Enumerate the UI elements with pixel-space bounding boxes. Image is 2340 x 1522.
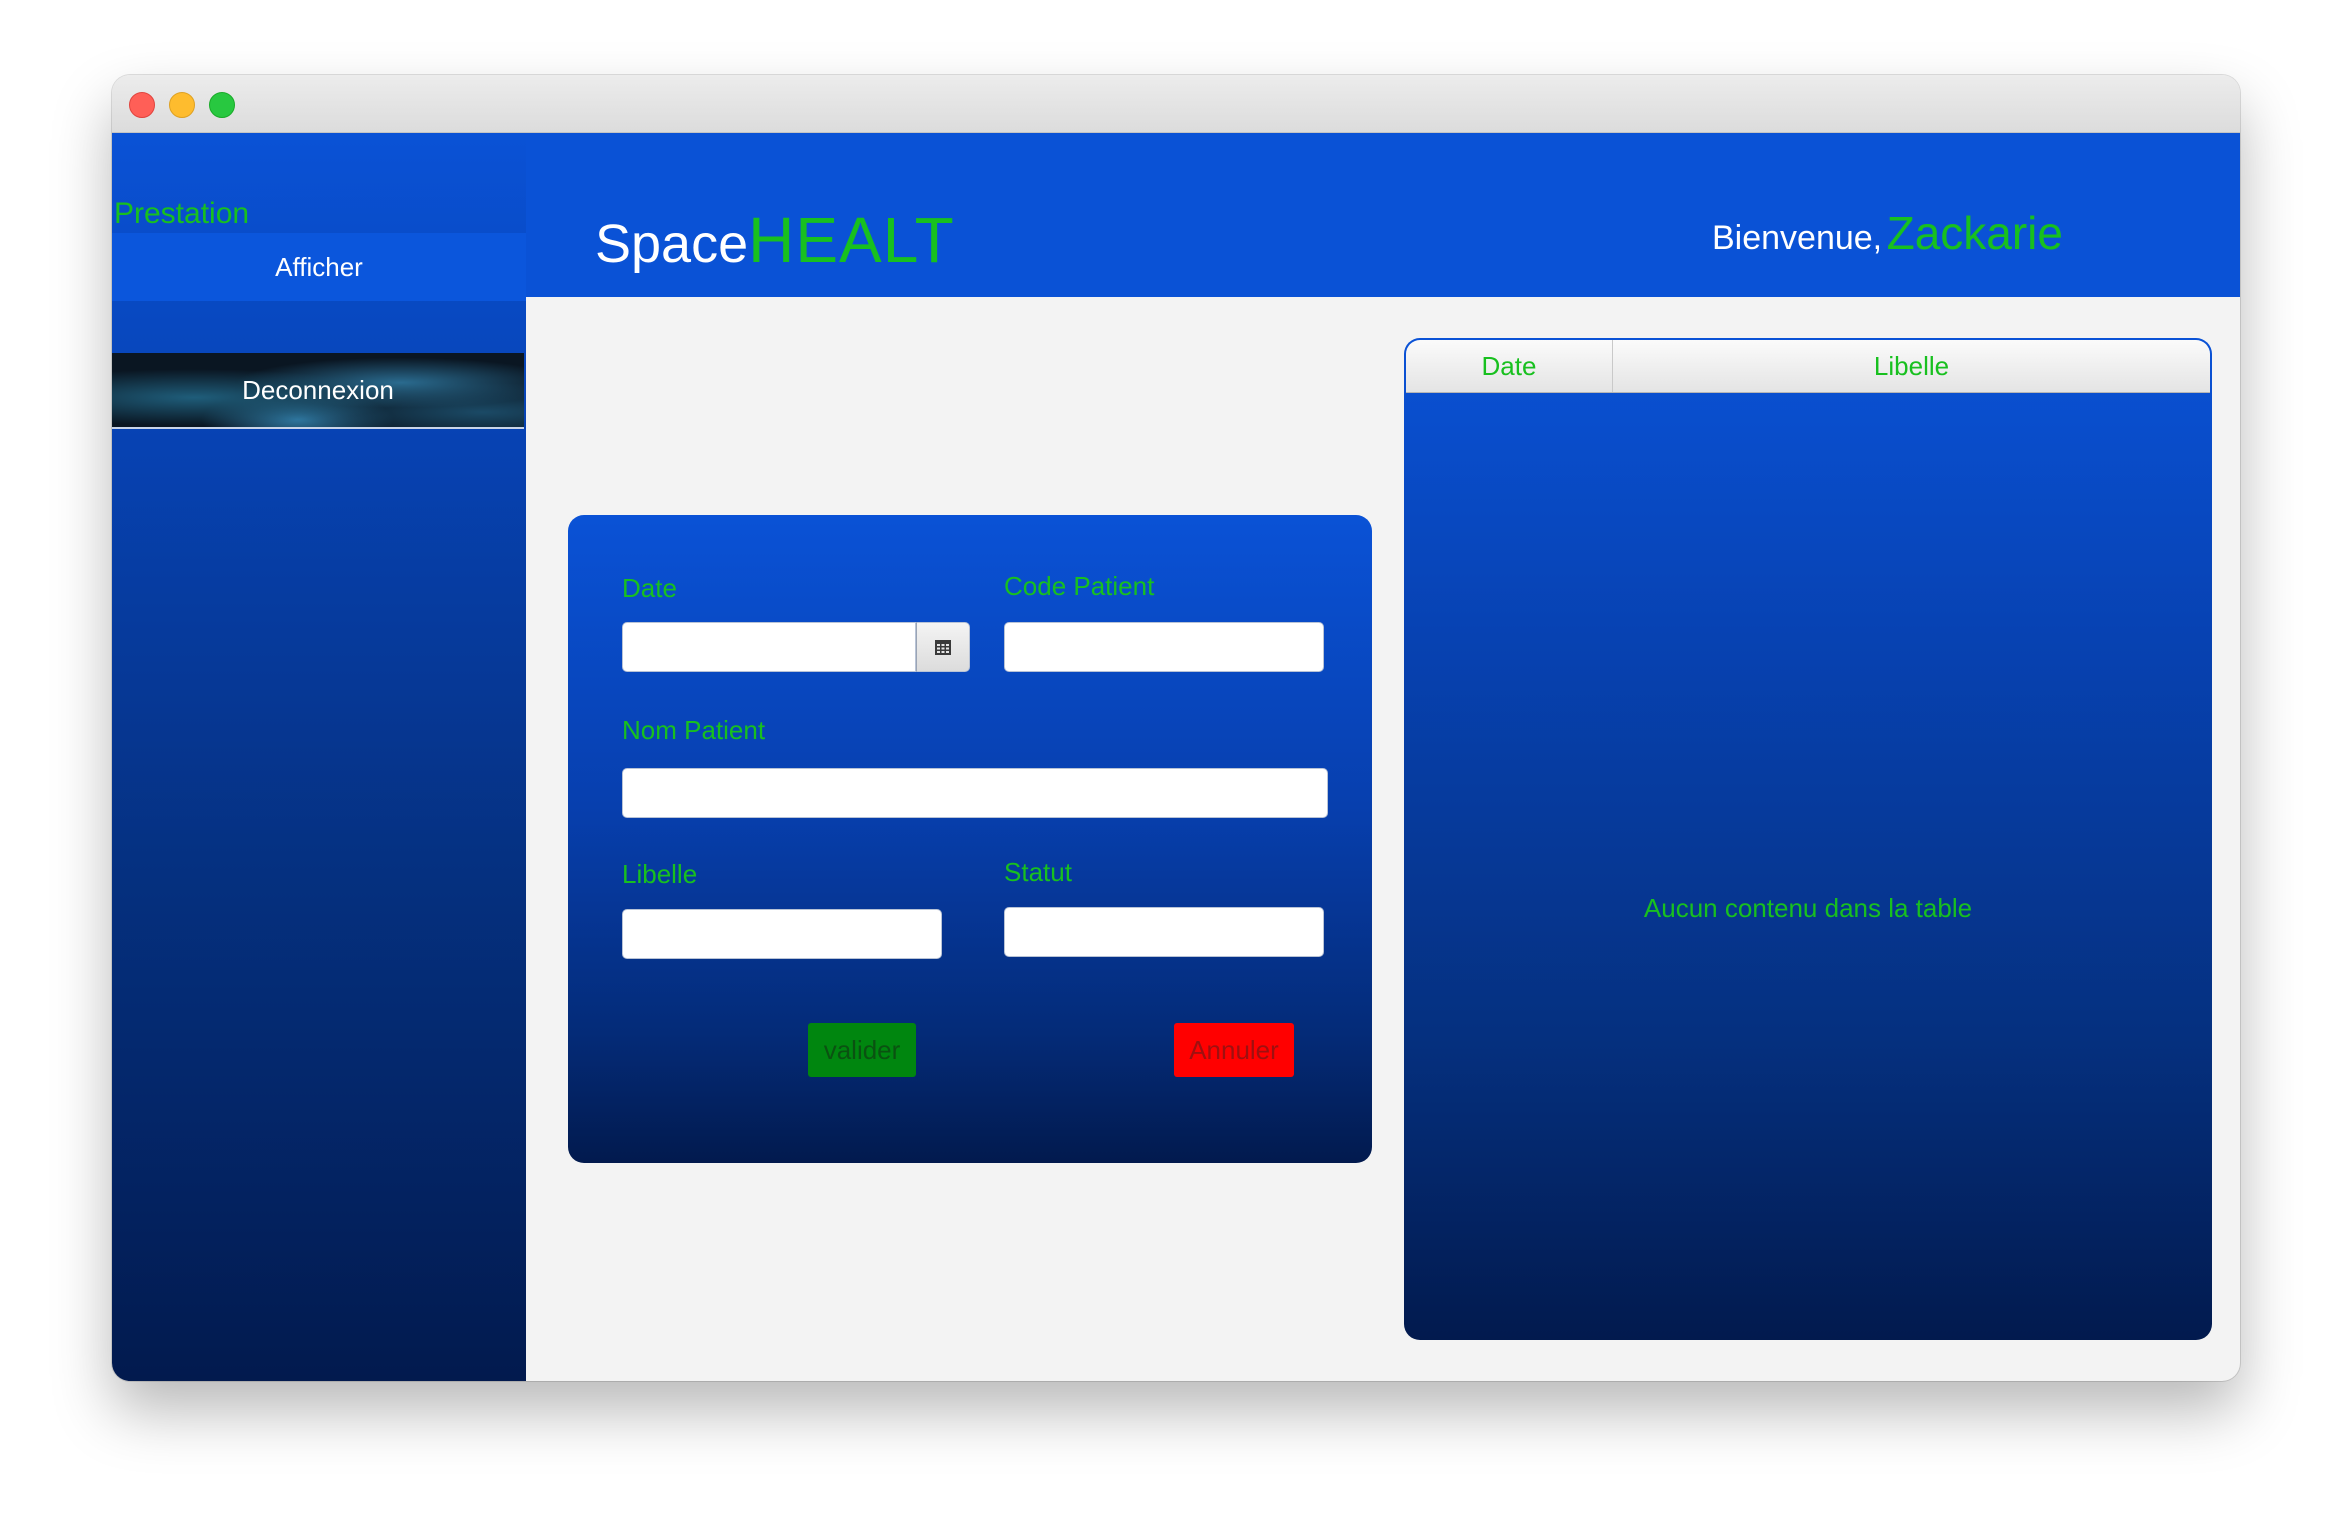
date-label: Date [622, 573, 677, 603]
code-patient-field[interactable] [1004, 622, 1324, 672]
app-window: Prestation Afficher Deconnexion SpaceHEA… [112, 75, 2240, 1381]
calendar-icon [935, 640, 951, 655]
prestation-table: Date Libelle Aucun contenu dans la table [1404, 338, 2212, 1340]
sidebar-item-label: Deconnexion [242, 374, 394, 405]
libelle-field[interactable] [622, 909, 942, 959]
libelle-label: Libelle [622, 859, 698, 889]
column-header-date[interactable]: Date [1406, 340, 1613, 392]
table-header: Date Libelle [1406, 340, 2210, 393]
logout-button[interactable]: Deconnexion [112, 353, 524, 429]
sidebar-item-afficher[interactable]: Afficher [112, 233, 526, 301]
date-field[interactable] [622, 622, 916, 672]
title-bar [112, 75, 2240, 133]
close-window-button[interactable] [129, 92, 155, 118]
annuler-button[interactable]: Annuler [1174, 1023, 1294, 1077]
valider-button[interactable]: valider [808, 1023, 916, 1077]
welcome-text: Bienvenue, [1712, 219, 1883, 257]
menu-title-prestation[interactable]: Prestation [114, 197, 249, 231]
nom-patient-field[interactable] [622, 768, 1328, 818]
brand-prefix: Space [595, 214, 749, 274]
welcome-message: Bienvenue, Zackarie [1712, 206, 2063, 260]
nom-patient-label: Nom Patient [622, 715, 766, 745]
minimize-window-button[interactable] [169, 92, 195, 118]
empty-table-message: Aucun contenu dans la table [1643, 893, 1973, 923]
prestation-form: Date Code Patient Nom Patient Libelle St… [568, 515, 1372, 1163]
brand-logo: SpaceHEALT [595, 203, 955, 277]
brand-suffix: HEALT [748, 204, 955, 276]
sidebar: Prestation Afficher Deconnexion [112, 133, 526, 1381]
date-picker-button[interactable] [916, 622, 970, 672]
code-patient-label: Code Patient [1004, 571, 1155, 601]
statut-field[interactable] [1004, 907, 1324, 957]
sidebar-item-label: Afficher [275, 251, 363, 282]
statut-label: Statut [1004, 857, 1072, 887]
column-header-libelle[interactable]: Libelle [1613, 340, 2210, 392]
maximize-window-button[interactable] [209, 92, 235, 118]
user-name: Zackarie [1886, 207, 2063, 259]
